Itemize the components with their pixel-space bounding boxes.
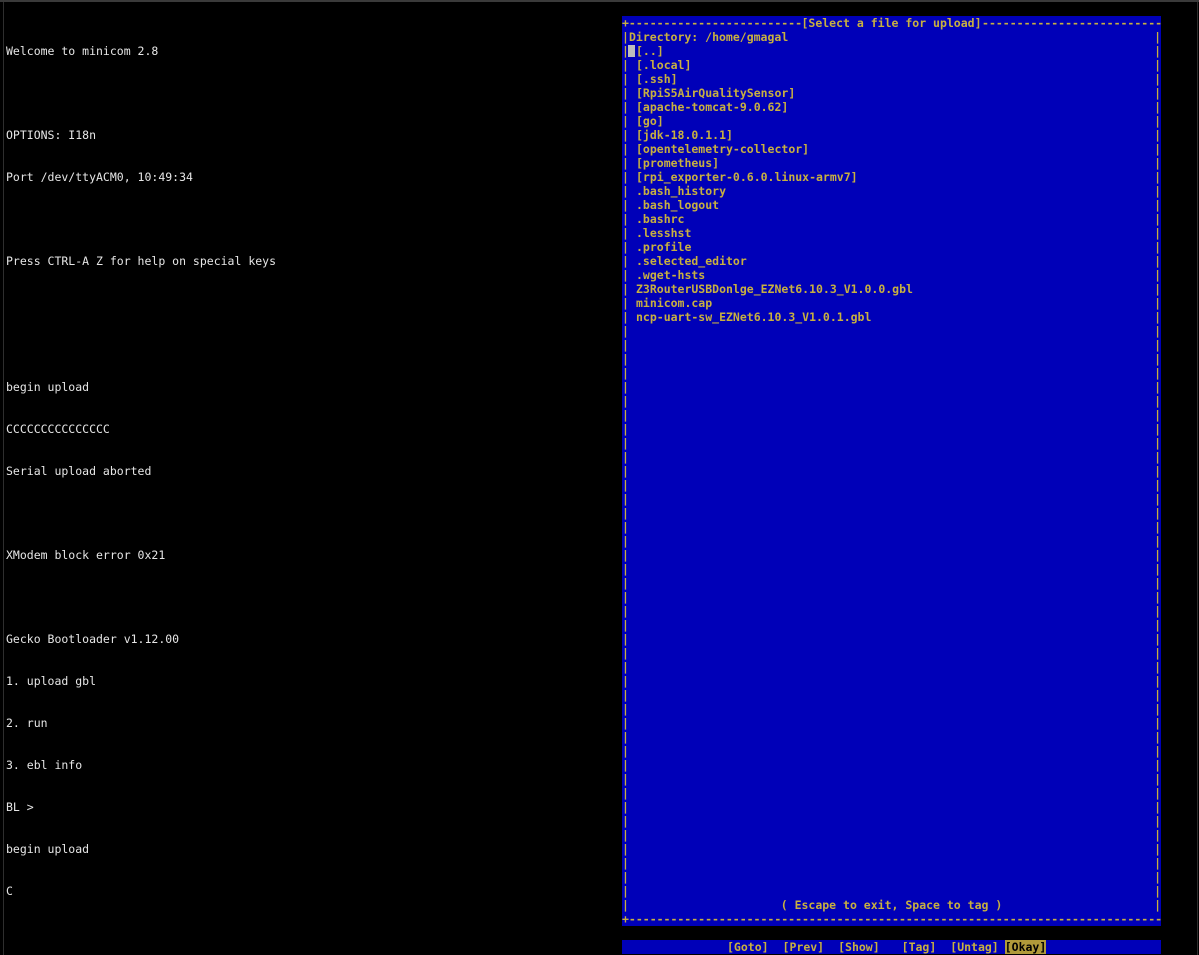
file-item-label: [.ssh] — [636, 72, 678, 86]
terminal-line: 2. run — [6, 716, 48, 730]
file-item-label: .bash_history — [636, 184, 727, 198]
selection-cursor — [628, 45, 635, 57]
file-item-label: .bashrc — [636, 212, 685, 226]
file-item[interactable]: .bash_logout — [636, 198, 913, 212]
window-left-edge — [3, 2, 4, 955]
terminal-line: 1. upload gbl — [6, 674, 97, 688]
file-item-label: [rpi_exporter-0.6.0.linux-armv7] — [636, 170, 858, 184]
file-item-label: ncp-uart-sw_EZNet6.10.3_V1.0.1.gbl — [636, 310, 872, 324]
file-item-label: .wget-hsts — [636, 268, 706, 282]
file-item-label: [.local] — [636, 58, 692, 72]
terminal-line: Port /dev/ttyACM0, 10:49:34 — [6, 170, 193, 184]
file-item-label: [jdk-18.0.1.1] — [636, 128, 733, 142]
terminal-line: 3. ebl info — [6, 758, 83, 772]
file-item-label: [prometheus] — [636, 156, 720, 170]
file-item[interactable]: .bash_history — [636, 184, 913, 198]
goto-button[interactable]: [Goto] — [727, 940, 769, 954]
file-item-dir[interactable]: [apache-tomcat-9.0.62] — [636, 100, 913, 114]
file-upload-dialog: +---------------------------------------… — [622, 16, 1161, 926]
dialog-right-border: | | | | | | | | | | | | | | | | | | | | … — [1154, 30, 1161, 912]
file-item-label: .selected_editor — [636, 254, 747, 268]
file-item-label: [go] — [636, 114, 664, 128]
file-item[interactable]: .bashrc — [636, 212, 913, 226]
file-item-dir[interactable]: [prometheus] — [636, 156, 913, 170]
terminal-line: CCCCCCCCCCCCCCC — [6, 422, 110, 436]
terminal-line: begin upload — [6, 842, 90, 856]
untag-button[interactable]: [Untag] — [950, 940, 998, 954]
file-item-label: Z3RouterUSBDonlge_EZNet6.10.3_V1.0.0.gbl — [636, 282, 913, 296]
terminal-line: Welcome to minicom 2.8 — [6, 44, 159, 58]
terminal-line: BL > — [6, 800, 34, 814]
terminal-line: Gecko Bootloader v1.12.00 — [6, 632, 180, 646]
window-right-edge — [1197, 2, 1198, 955]
okay-button[interactable]: [Okay] — [1004, 940, 1047, 954]
show-button[interactable]: [Show] — [838, 940, 880, 954]
file-item-dir[interactable]: [.local] — [636, 58, 913, 72]
dialog-title: [Select a file for upload] — [800, 16, 983, 30]
dialog-bottom-border: +---------------------------------------… — [622, 912, 1161, 926]
file-item[interactable]: minicom.cap — [636, 296, 913, 310]
file-item-dir[interactable]: [opentelemetry-collector] — [636, 142, 913, 156]
terminal-output: Welcome to minicom 2.8 OPTIONS: I18n Por… — [6, 16, 276, 912]
file-item-parent-dir[interactable]: [..] — [628, 44, 913, 58]
file-item-label: [apache-tomcat-9.0.62] — [636, 100, 789, 114]
file-item-label: minicom.cap — [636, 296, 713, 310]
directory-label: Directory: /home/gmagal — [629, 30, 789, 44]
terminal-line: Serial upload aborted — [6, 464, 152, 478]
dialog-button-bar: [Goto] [Prev] [Show] [Tag] [Untag] [Okay… — [622, 940, 1161, 954]
file-item-label: [opentelemetry-collector] — [636, 142, 810, 156]
file-item-dir[interactable]: [rpi_exporter-0.6.0.linux-armv7] — [636, 170, 913, 184]
file-item[interactable]: .lesshst — [636, 226, 913, 240]
file-item[interactable]: Z3RouterUSBDonlge_EZNet6.10.3_V1.0.0.gbl — [636, 282, 913, 296]
file-item-label: [..] — [636, 44, 664, 58]
file-item-label: .bash_logout — [636, 198, 720, 212]
file-list: [..] [.local] [.ssh] [RpiS5AirQualitySen… — [628, 44, 913, 324]
terminal-line: OPTIONS: I18n — [6, 128, 97, 142]
file-item-label: .profile — [636, 240, 692, 254]
tag-button[interactable]: [Tag] — [902, 940, 937, 954]
file-item[interactable]: .profile — [636, 240, 913, 254]
file-item[interactable]: .wget-hsts — [636, 268, 913, 282]
dialog-left-border: | | | | | | | | | | | | | | | | | | | | … — [622, 30, 629, 912]
file-item-label: .lesshst — [636, 226, 692, 240]
file-item[interactable]: .selected_editor — [636, 254, 913, 268]
file-item-dir[interactable]: [RpiS5AirQualitySensor] — [636, 86, 913, 100]
terminal-line: begin upload — [6, 380, 90, 394]
terminal-line: C — [6, 884, 13, 898]
prev-button[interactable]: [Prev] — [783, 940, 825, 954]
terminal-line: Press CTRL-A Z for help on special keys — [6, 254, 277, 268]
terminal-line: XModem block error 0x21 — [6, 548, 166, 562]
dialog-hint: ( Escape to exit, Space to tag ) — [780, 898, 1003, 912]
file-item-dir[interactable]: [go] — [636, 114, 913, 128]
file-item-dir[interactable]: [.ssh] — [636, 72, 913, 86]
window-top-border — [0, 0, 1199, 2]
file-item-dir[interactable]: [jdk-18.0.1.1] — [636, 128, 913, 142]
file-item[interactable]: ncp-uart-sw_EZNet6.10.3_V1.0.1.gbl — [636, 310, 913, 324]
file-item-label: [RpiS5AirQualitySensor] — [636, 86, 796, 100]
